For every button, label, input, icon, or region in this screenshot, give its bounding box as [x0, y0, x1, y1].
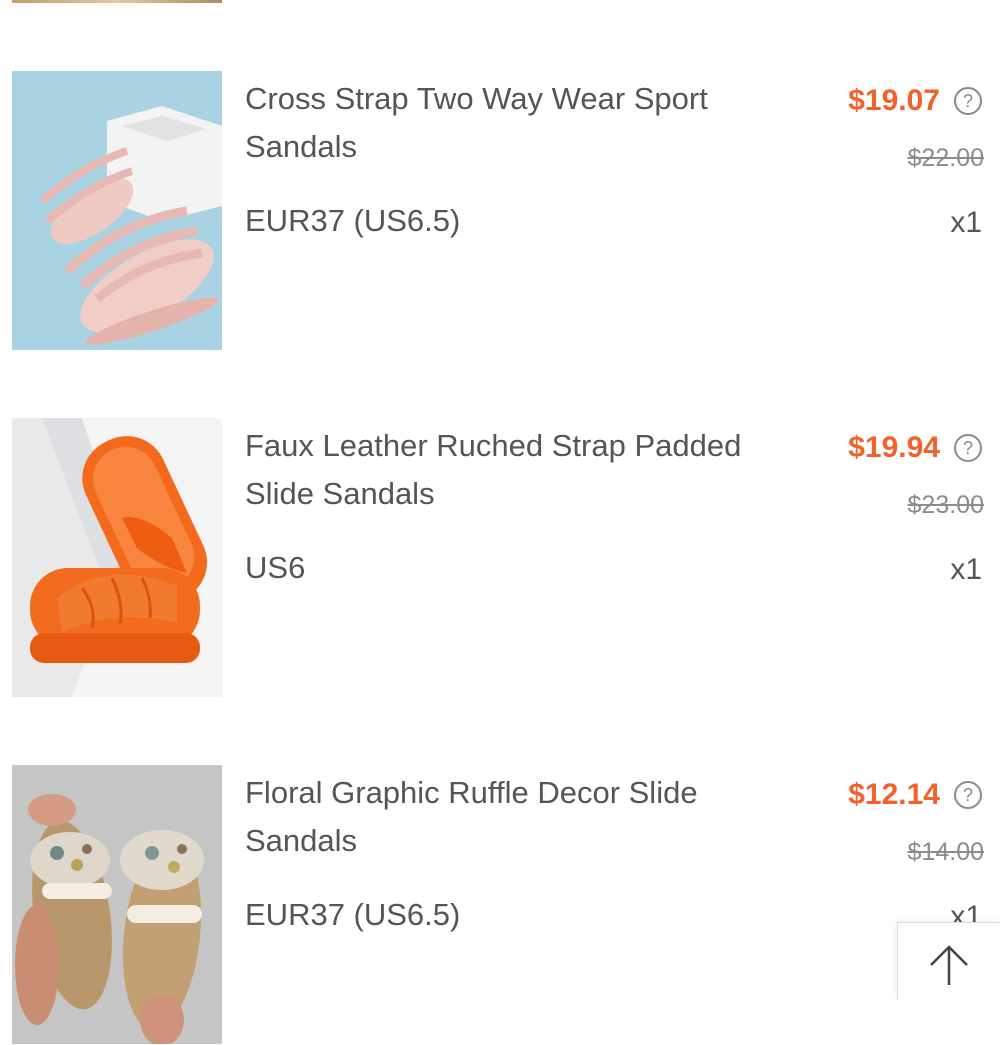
sale-price: $12.14	[848, 778, 940, 811]
question-circle-icon[interactable]: ?	[954, 781, 982, 809]
arrow-up-icon	[930, 945, 968, 985]
sale-price: $19.07	[848, 84, 940, 117]
product-variant: EUR37 (US6.5)	[245, 897, 461, 932]
quantity: x1	[950, 206, 982, 239]
product-title[interactable]: Cross Strap Two Way Wear Sport Sandals	[245, 75, 790, 171]
question-circle-icon[interactable]: ?	[954, 434, 982, 462]
order-item: Cross Strap Two Way Wear Sport Sandals E…	[0, 71, 1000, 351]
previous-item-thumbnail[interactable]	[12, 0, 222, 3]
price-row: $19.07 ?	[848, 81, 982, 121]
product-thumbnail[interactable]	[12, 418, 222, 697]
product-title[interactable]: Faux Leather Ruched Strap Padded Slide S…	[245, 422, 790, 518]
sale-price: $19.94	[848, 431, 940, 464]
product-variant: US6	[245, 550, 306, 585]
product-thumbnail[interactable]	[12, 71, 222, 350]
original-price: $14.00	[907, 838, 984, 866]
question-circle-icon[interactable]: ?	[954, 87, 982, 115]
back-to-top-button[interactable]	[897, 922, 1000, 1000]
original-price: $22.00	[907, 144, 984, 172]
product-title[interactable]: Floral Graphic Ruffle Decor Slide Sandal…	[245, 769, 790, 865]
product-thumbnail[interactable]	[12, 765, 222, 1044]
price-row: $19.94 ?	[848, 428, 982, 468]
order-item: Floral Graphic Ruffle Decor Slide Sandal…	[0, 765, 1000, 1045]
original-price: $23.00	[907, 491, 984, 519]
price-row: $12.14 ?	[848, 775, 982, 815]
product-variant: EUR37 (US6.5)	[245, 203, 461, 238]
order-item: Faux Leather Ruched Strap Padded Slide S…	[0, 418, 1000, 698]
quantity: x1	[950, 553, 982, 586]
